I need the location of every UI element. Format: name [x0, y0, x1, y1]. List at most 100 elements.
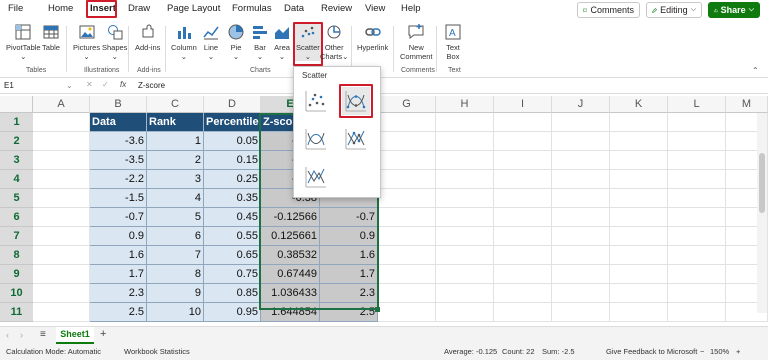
formula-input[interactable]: Z-score	[138, 81, 738, 90]
empty-cell[interactable]	[33, 113, 90, 132]
empty-cell[interactable]	[436, 227, 494, 246]
empty-cell[interactable]	[436, 189, 494, 208]
empty-cell[interactable]	[552, 227, 610, 246]
table-cell[interactable]: 1.6	[90, 246, 147, 265]
table-cell[interactable]: 2.3	[90, 284, 147, 303]
table-header-cell[interactable]: Data	[90, 113, 147, 132]
empty-cell[interactable]	[436, 208, 494, 227]
table-cell[interactable]: 9	[147, 284, 204, 303]
table-cell[interactable]: 2.3	[320, 284, 378, 303]
cancel-icon[interactable]: ✕	[86, 80, 93, 89]
empty-cell[interactable]	[436, 246, 494, 265]
area-chart-button[interactable]: Area ⌄	[273, 23, 291, 61]
empty-cell[interactable]	[668, 189, 726, 208]
table-cell[interactable]: -0.7	[90, 208, 147, 227]
table-cell[interactable]: -2.2	[90, 170, 147, 189]
check-icon[interactable]: ✓	[102, 80, 109, 89]
bar-chart-button[interactable]: Bar ⌄	[251, 23, 269, 61]
empty-cell[interactable]	[552, 284, 610, 303]
menu-draw[interactable]: Draw	[128, 3, 150, 14]
empty-cell[interactable]	[378, 189, 436, 208]
table-cell[interactable]: 0.45	[204, 208, 261, 227]
menu-data[interactable]: Data	[284, 3, 304, 14]
zoom-out-icon[interactable]: −	[700, 347, 704, 356]
empty-cell[interactable]	[436, 113, 494, 132]
table-cell[interactable]: 1.036433	[261, 284, 320, 303]
table-cell[interactable]: 7	[147, 246, 204, 265]
name-box[interactable]: E1	[4, 81, 64, 90]
pie-chart-button[interactable]: Pie ⌄	[227, 23, 245, 61]
empty-cell[interactable]	[33, 189, 90, 208]
column-header-b[interactable]: B	[90, 96, 147, 113]
empty-cell[interactable]	[552, 170, 610, 189]
empty-cell[interactable]	[33, 265, 90, 284]
table-cell[interactable]: 0.38532	[261, 246, 320, 265]
fill-handle[interactable]	[375, 307, 380, 312]
editing-button[interactable]: Editing ⌵	[646, 2, 702, 18]
column-header-a[interactable]: A	[33, 96, 90, 113]
table-cell[interactable]: 1.644854	[261, 303, 320, 322]
empty-cell[interactable]	[610, 189, 668, 208]
table-cell[interactable]: 0.75	[204, 265, 261, 284]
column-header-i[interactable]: I	[494, 96, 552, 113]
empty-cell[interactable]	[494, 132, 552, 151]
empty-cell[interactable]	[436, 303, 494, 322]
table-cell[interactable]: 0.9	[90, 227, 147, 246]
table-cell[interactable]: -3.5	[90, 151, 147, 170]
menu-page-layout[interactable]: Page Layout	[167, 3, 220, 14]
scatter-straight-lines-option[interactable]	[302, 163, 330, 191]
table-cell[interactable]: 1.6	[320, 246, 378, 265]
empty-cell[interactable]	[436, 284, 494, 303]
table-cell[interactable]: 0.05	[204, 132, 261, 151]
scroll-thumb[interactable]	[759, 153, 765, 213]
empty-cell[interactable]	[668, 208, 726, 227]
table-header-cell[interactable]: Percentile	[204, 113, 261, 132]
table-cell[interactable]: 1.7	[320, 265, 378, 284]
menu-view[interactable]: View	[365, 3, 385, 14]
scatter-markers-option[interactable]	[302, 87, 330, 115]
column-header-l[interactable]: L	[668, 96, 726, 113]
empty-cell[interactable]	[378, 170, 436, 189]
table-cell[interactable]: 2.5	[320, 303, 378, 322]
select-all-corner[interactable]	[0, 96, 33, 113]
column-header-k[interactable]: K	[610, 96, 668, 113]
empty-cell[interactable]	[494, 151, 552, 170]
empty-cell[interactable]	[668, 113, 726, 132]
table-cell[interactable]: 4	[147, 189, 204, 208]
table-cell[interactable]: 0.67449	[261, 265, 320, 284]
empty-cell[interactable]	[436, 265, 494, 284]
empty-cell[interactable]	[610, 208, 668, 227]
empty-cell[interactable]	[552, 151, 610, 170]
addins-button[interactable]: Add-ins	[135, 23, 160, 52]
empty-cell[interactable]	[610, 227, 668, 246]
empty-cell[interactable]	[668, 227, 726, 246]
table-cell[interactable]: -1.5	[90, 189, 147, 208]
menu-home[interactable]: Home	[48, 3, 73, 14]
empty-cell[interactable]	[610, 303, 668, 322]
share-button[interactable]: Share ⌵	[708, 2, 760, 18]
row-header-8[interactable]: 8	[0, 246, 33, 265]
table-cell[interactable]: 8	[147, 265, 204, 284]
row-header-9[interactable]: 9	[0, 265, 33, 284]
prev-sheet-icon[interactable]: ‹	[6, 330, 9, 340]
empty-cell[interactable]	[378, 151, 436, 170]
empty-cell[interactable]	[668, 246, 726, 265]
empty-cell[interactable]	[378, 208, 436, 227]
empty-cell[interactable]	[494, 227, 552, 246]
workbook-statistics[interactable]: Workbook Statistics	[124, 347, 190, 356]
empty-cell[interactable]	[610, 284, 668, 303]
column-header-h[interactable]: H	[436, 96, 494, 113]
worksheet-grid[interactable]: ABCDEFGHIJKLM 1234567891011 DataRankPerc…	[0, 96, 768, 322]
textbox-button[interactable]: A Text Box	[444, 23, 462, 61]
empty-cell[interactable]	[610, 265, 668, 284]
table-cell[interactable]: -0.7	[320, 208, 378, 227]
table-cell[interactable]: -0.12566	[261, 208, 320, 227]
table-cell[interactable]: 0.125661	[261, 227, 320, 246]
empty-cell[interactable]	[33, 303, 90, 322]
menu-help[interactable]: Help	[401, 3, 421, 14]
empty-cell[interactable]	[33, 132, 90, 151]
empty-cell[interactable]	[610, 151, 668, 170]
row-header-11[interactable]: 11	[0, 303, 33, 322]
empty-cell[interactable]	[33, 227, 90, 246]
pivottable-button[interactable]: PivotTable ⌄	[6, 23, 41, 61]
